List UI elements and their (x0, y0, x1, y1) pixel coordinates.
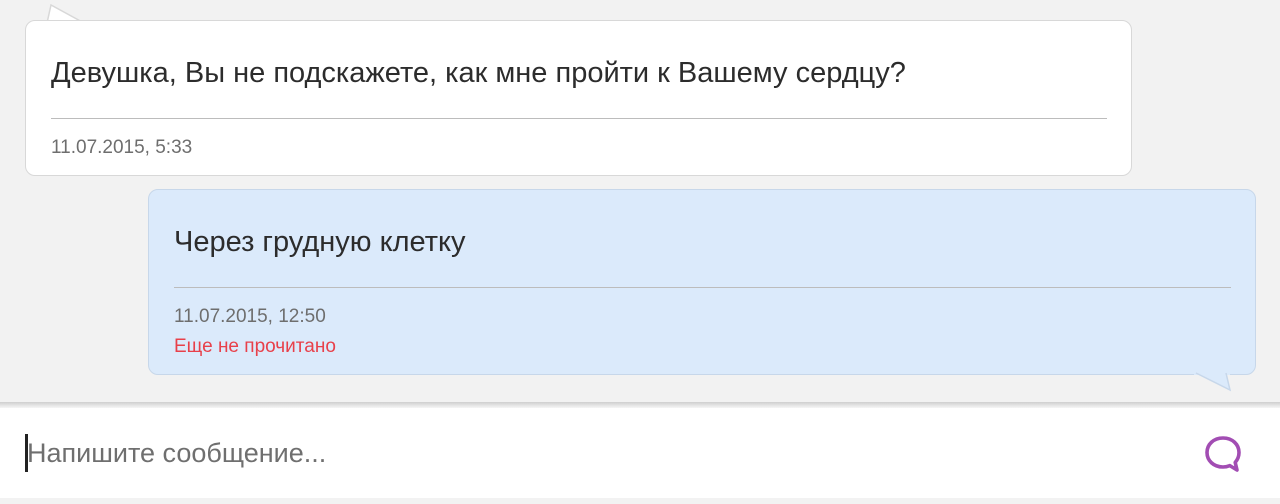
send-button[interactable] (1201, 432, 1245, 476)
read-status: Еще не прочитано (174, 336, 336, 357)
message-input[interactable] (27, 430, 1177, 476)
bottom-strip (0, 498, 1280, 504)
outgoing-message[interactable]: Через грудную клетку 11.07.2015, 12:50 Е… (148, 189, 1256, 375)
incoming-message[interactable]: Девушка, Вы не подскажете, как мне пройт… (25, 20, 1132, 176)
speech-bubble-icon (1205, 436, 1241, 472)
outgoing-bubble-tail (1194, 372, 1232, 392)
composer-bar (0, 408, 1280, 498)
message-text: Через грудную клетку (174, 226, 466, 258)
message-timestamp: 11.07.2015, 5:33 (51, 137, 193, 158)
message-divider (51, 118, 1107, 119)
message-divider (174, 287, 1231, 288)
message-text: Девушка, Вы не подскажете, как мне пройт… (51, 57, 906, 89)
message-timestamp: 11.07.2015, 12:50 (174, 306, 326, 327)
chat-area[interactable]: Девушка, Вы не подскажете, как мне пройт… (0, 0, 1280, 402)
